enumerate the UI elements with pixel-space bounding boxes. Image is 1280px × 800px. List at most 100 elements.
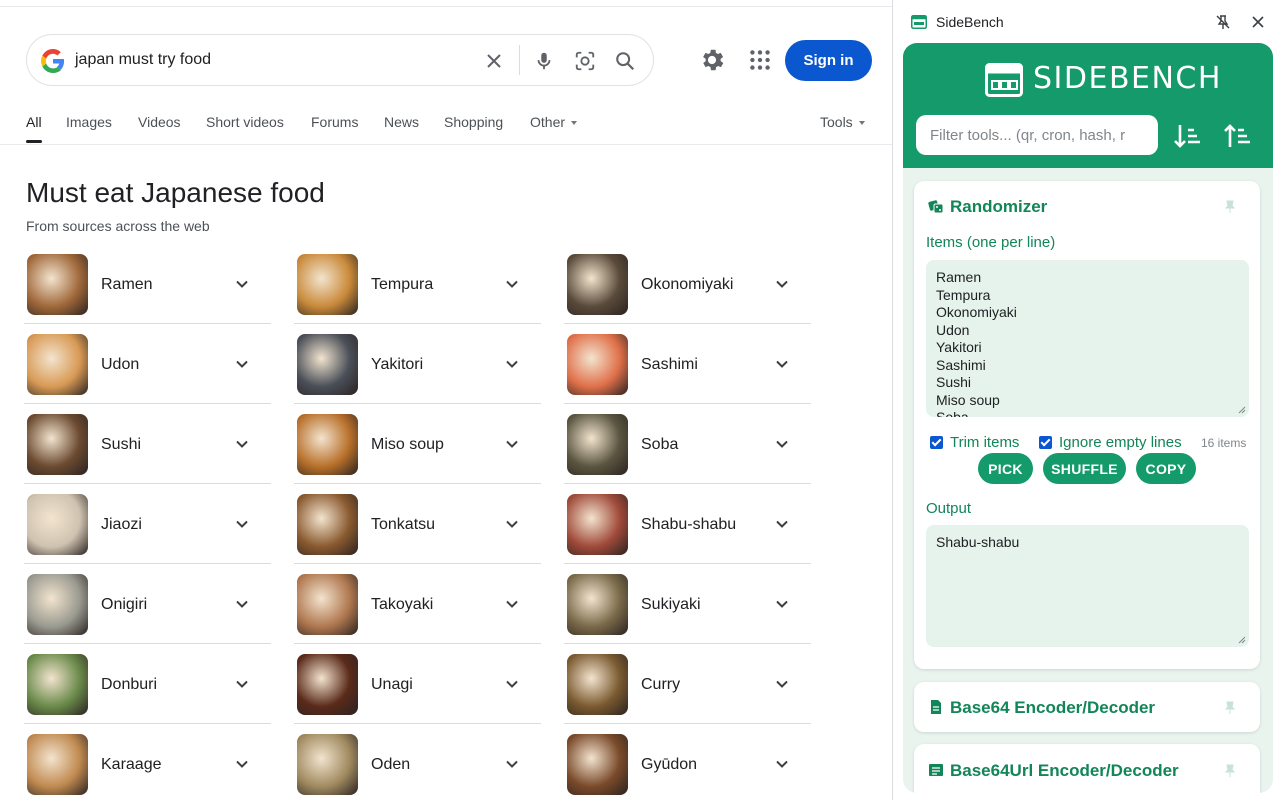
apps-grid-icon[interactable] <box>747 47 773 73</box>
item-line: Okonomiyaki <box>936 304 1017 320</box>
settings-gear-icon[interactable] <box>698 46 726 74</box>
base64-card[interactable]: Base64 Encoder/Decoder <box>914 682 1260 732</box>
resize-handle-icon[interactable] <box>1238 636 1246 644</box>
items-count: 16 items <box>1201 436 1247 450</box>
food-thumbnail <box>567 574 628 635</box>
food-item[interactable]: Sashimi <box>564 324 811 404</box>
chevron-down-icon[interactable] <box>234 436 250 452</box>
trim-items-checkbox[interactable] <box>930 436 943 449</box>
chevron-down-icon[interactable] <box>234 676 250 692</box>
food-thumbnail <box>567 334 628 395</box>
tools-caret-icon <box>858 121 865 126</box>
tab-other[interactable]: Other <box>530 114 578 130</box>
food-item[interactable]: Shabu-shabu <box>564 484 811 564</box>
active-tab-indicator <box>26 140 42 143</box>
pin-base64-icon[interactable] <box>1223 701 1237 715</box>
item-line: Miso soup <box>936 391 1000 408</box>
chevron-down-icon[interactable] <box>504 516 520 532</box>
items-label: Items (one per line) <box>926 234 1056 251</box>
tab-forums[interactable]: Forums <box>311 114 358 130</box>
trim-items-label: Trim items <box>950 434 1020 451</box>
item-line: Sushi <box>936 374 972 390</box>
food-item[interactable]: Okonomiyaki <box>564 244 811 324</box>
voice-search-icon[interactable] <box>531 48 557 74</box>
resize-handle-icon[interactable] <box>1238 406 1246 414</box>
tab-shopping[interactable]: Shopping <box>444 114 503 130</box>
items-textarea[interactable]: Ramen Tempura Okonomiyaki Udon Yakitori … <box>926 260 1249 417</box>
food-item[interactable]: Tempura <box>294 244 541 324</box>
sign-in-button[interactable]: Sign in <box>785 40 872 81</box>
chevron-down-icon[interactable] <box>504 676 520 692</box>
search-box[interactable]: japan must try food <box>26 34 654 86</box>
food-item[interactable]: Karaage <box>24 724 271 800</box>
unpin-panel-icon[interactable] <box>1215 14 1231 30</box>
chevron-down-icon[interactable] <box>504 436 520 452</box>
chevron-down-icon[interactable] <box>774 436 790 452</box>
food-item[interactable]: Curry <box>564 644 811 724</box>
search-icon[interactable] <box>612 48 638 74</box>
chevron-down-icon[interactable] <box>774 516 790 532</box>
food-item[interactable]: Sukiyaki <box>564 564 811 644</box>
tab-images[interactable]: Images <box>66 114 112 130</box>
food-item[interactable]: Yakitori <box>294 324 541 404</box>
sort-ascending-icon[interactable] <box>1173 122 1201 150</box>
chevron-down-icon[interactable] <box>234 356 250 372</box>
clear-search-icon[interactable] <box>481 48 507 74</box>
pick-button[interactable]: PICK <box>978 453 1033 484</box>
food-name: Curry <box>641 676 681 693</box>
ignore-empty-checkbox[interactable] <box>1039 436 1052 449</box>
food-item[interactable]: Takoyaki <box>294 564 541 644</box>
chevron-down-icon[interactable] <box>234 516 250 532</box>
tools-button[interactable]: Tools <box>820 114 865 130</box>
shuffle-button[interactable]: SHUFFLE <box>1043 453 1126 484</box>
food-thumbnail <box>27 494 88 555</box>
chevron-down-icon[interactable] <box>774 756 790 772</box>
food-item[interactable]: Udon <box>24 324 271 404</box>
food-thumbnail <box>567 654 628 715</box>
filter-tools-input[interactable] <box>916 115 1158 155</box>
food-item[interactable]: Unagi <box>294 644 541 724</box>
chevron-down-icon[interactable] <box>504 756 520 772</box>
chevron-down-icon[interactable] <box>774 676 790 692</box>
base64url-card[interactable]: Base64Url Encoder/Decoder <box>914 744 1260 793</box>
food-item[interactable]: Ramen <box>24 244 271 324</box>
output-textarea[interactable]: Shabu-shabu <box>926 525 1249 647</box>
pin-base64url-icon[interactable] <box>1223 764 1237 778</box>
sort-descending-icon[interactable] <box>1223 122 1251 150</box>
close-panel-icon[interactable] <box>1250 14 1266 30</box>
tab-videos[interactable]: Videos <box>138 114 181 130</box>
sidebench-window-title: SideBench <box>936 14 1004 30</box>
google-search-panel: japan must try food Sign in All Images V… <box>0 0 893 800</box>
food-item[interactable]: Soba <box>564 404 811 484</box>
chevron-down-icon[interactable] <box>774 596 790 612</box>
chevron-down-icon[interactable] <box>504 356 520 372</box>
food-thumbnail <box>27 334 88 395</box>
tab-all[interactable]: All <box>26 114 42 130</box>
chevron-down-icon[interactable] <box>504 276 520 292</box>
food-item[interactable]: Oden <box>294 724 541 800</box>
food-item[interactable]: Miso soup <box>294 404 541 484</box>
food-item[interactable]: Donburi <box>24 644 271 724</box>
pin-randomizer-icon[interactable] <box>1223 200 1237 214</box>
search-query[interactable]: japan must try food <box>75 51 211 69</box>
food-item[interactable]: Jiaozi <box>24 484 271 564</box>
lens-search-icon[interactable] <box>572 48 598 74</box>
food-name: Unagi <box>371 676 413 693</box>
food-item[interactable]: Onigiri <box>24 564 271 644</box>
food-name: Jiaozi <box>101 516 142 533</box>
copy-button[interactable]: COPY <box>1136 453 1196 484</box>
chevron-down-icon[interactable] <box>234 596 250 612</box>
chevron-down-icon[interactable] <box>234 756 250 772</box>
food-thumbnail <box>567 494 628 555</box>
food-item[interactable]: Sushi <box>24 404 271 484</box>
food-name: Takoyaki <box>371 596 434 613</box>
chevron-down-icon[interactable] <box>774 356 790 372</box>
chevron-down-icon[interactable] <box>234 276 250 292</box>
output-value: Shabu-shabu <box>936 534 1020 550</box>
tab-news[interactable]: News <box>384 114 419 130</box>
food-item[interactable]: Tonkatsu <box>294 484 541 564</box>
chevron-down-icon[interactable] <box>504 596 520 612</box>
tab-short-videos[interactable]: Short videos <box>206 114 284 130</box>
chevron-down-icon[interactable] <box>774 276 790 292</box>
food-item[interactable]: Gyūdon <box>564 724 811 800</box>
